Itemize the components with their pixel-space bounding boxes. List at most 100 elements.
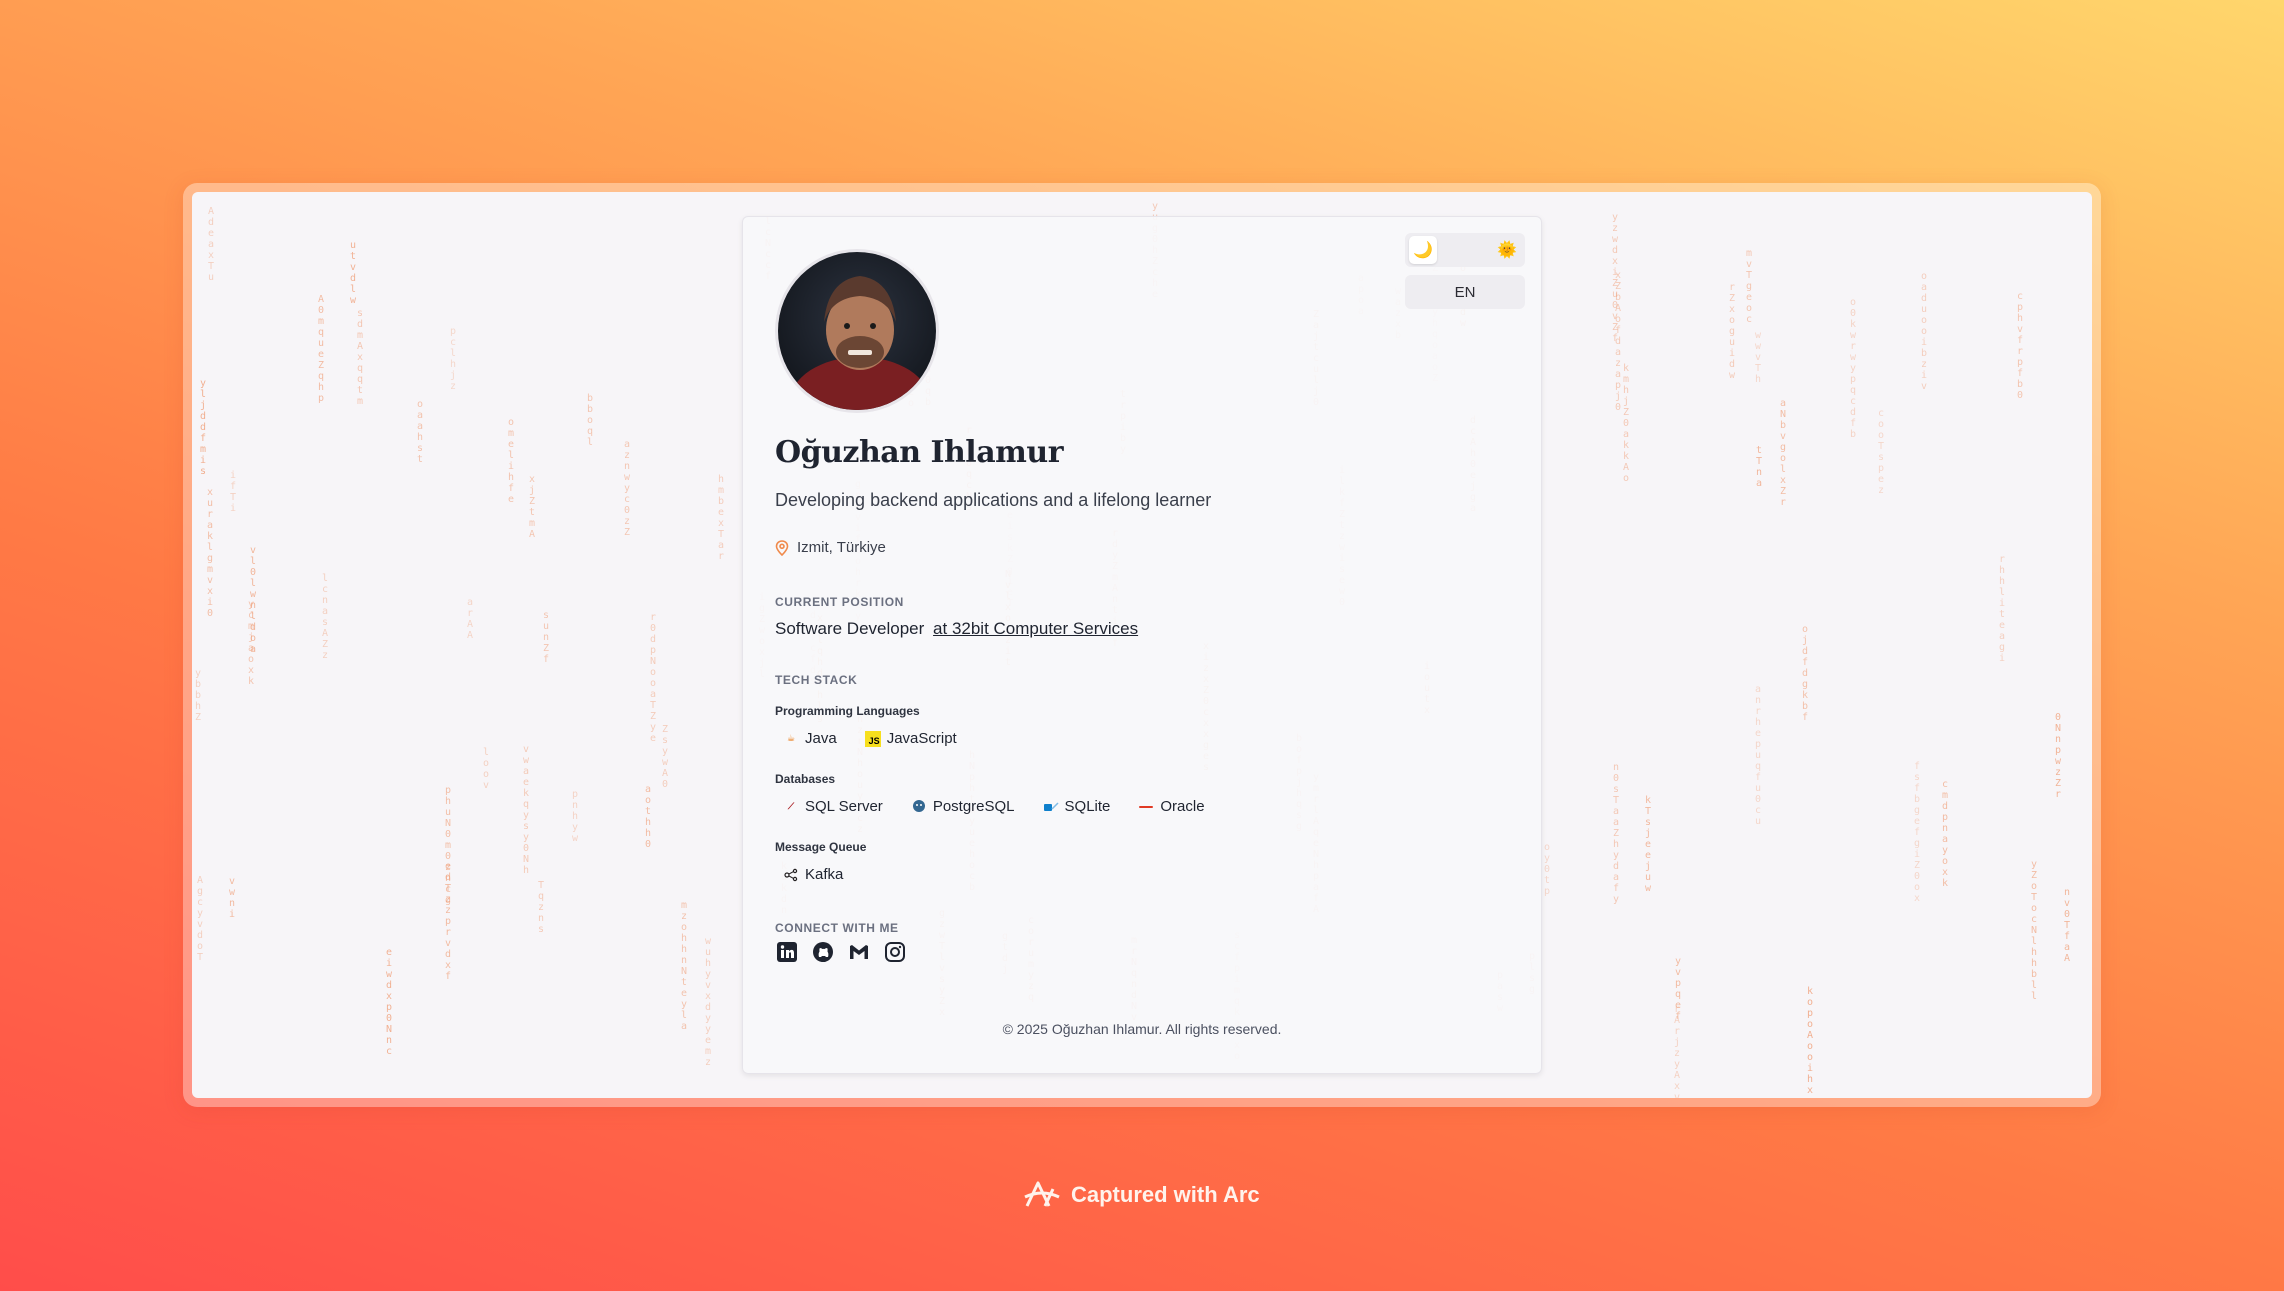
- github-icon[interactable]: [811, 940, 835, 964]
- sql-server-icon: ⟋: [787, 801, 795, 811]
- gmail-icon[interactable]: [847, 940, 871, 964]
- chip-label: Oracle: [1160, 798, 1205, 815]
- arc-logo-icon: [1024, 1181, 1060, 1207]
- theme-toggle[interactable]: 🌙 🌞: [1405, 233, 1525, 267]
- chip-postgresql[interactable]: PostgreSQL: [911, 798, 1015, 815]
- rain-column: xjZtmA: [528, 474, 536, 540]
- arc-capture-text: Captured with Arc: [1071, 1182, 1260, 1207]
- rain-column: AdeaxTu: [207, 206, 215, 283]
- instagram-icon[interactable]: [883, 940, 907, 964]
- rain-column: nv0TfaA: [2063, 887, 2071, 964]
- chip-kafka[interactable]: Kafka: [783, 866, 843, 883]
- rain-column: yljddfmis: [199, 378, 207, 477]
- rain-column: ojdfdgkbf: [1801, 624, 1809, 723]
- chip-label: SQL Server: [805, 798, 883, 815]
- chip-label: Kafka: [805, 866, 844, 883]
- rain-column: lcnasAZz: [321, 573, 329, 661]
- rain-column: yvpqef: [1674, 956, 1682, 1022]
- rain-column: xuraklgmvxi0: [206, 487, 214, 619]
- rain-column: fsfbgefgiZ0ox: [1913, 761, 1921, 904]
- rain-column: pclhjz: [449, 326, 457, 392]
- rain-column: bboql: [586, 393, 594, 448]
- rain-column: 0NnpwzZr: [2054, 712, 2062, 800]
- group-label-programming-languages: Programming Languages: [775, 704, 920, 718]
- location: Izmit, Türkiye: [775, 539, 886, 556]
- arc-capture-badge: Captured with Arc: [1023, 1180, 1260, 1210]
- company-link[interactable]: at 32bit Computer Services: [933, 619, 1138, 638]
- page-viewport: rdhoqcNscphvfrpfb0gnrvifoohrkeyhNphtmyue…: [192, 192, 2092, 1098]
- rain-column: A0mqueZqhp: [317, 294, 325, 404]
- rain-column: aothh0: [644, 784, 652, 850]
- rain-column: rZxoguidw: [1728, 282, 1736, 381]
- databases-list: ⟋ SQL Server PostgreSQL SQLite Oracle: [783, 798, 1205, 815]
- rain-column: rhhliteagi: [1998, 554, 2006, 664]
- programming-languages-list: ☕ Java JS JavaScript: [783, 730, 957, 747]
- tech-stack-heading: TECH STACK: [775, 673, 858, 687]
- rain-column: arAA: [466, 597, 474, 641]
- rain-column: wuhyvxdyyemz: [704, 936, 712, 1068]
- footer-copyright: © 2025 Oğuzhan Ihlamur. All rights reser…: [1002, 1021, 1282, 1037]
- rain-column: sunZf: [542, 610, 550, 665]
- postgresql-icon: [911, 799, 927, 815]
- chip-label: SQLite: [1064, 798, 1111, 815]
- rain-column: ifTi: [229, 470, 237, 514]
- rain-column: ybbhZ: [194, 668, 202, 723]
- position-role: Software Developer: [775, 619, 925, 638]
- sun-icon[interactable]: 🌞: [1493, 236, 1521, 264]
- message-queue-list: Kafka: [783, 866, 843, 883]
- oracle-icon: [1138, 799, 1154, 815]
- location-text: Izmit, Türkiye: [797, 539, 886, 556]
- rain-column: wwvTh: [1754, 330, 1762, 385]
- chip-sql-server[interactable]: ⟋ SQL Server: [783, 798, 883, 815]
- rain-column: cphvfrpfb0: [2016, 291, 2024, 401]
- profile-tagline: Developing backend applications and a li…: [775, 490, 1212, 510]
- rain-column: oaduooibziv: [1920, 271, 1928, 392]
- rain-column: hmbexTar: [717, 474, 725, 562]
- current-position: Software Developer at 32bit Computer Ser…: [775, 619, 1138, 639]
- location-pin-icon: [775, 539, 789, 556]
- sqlite-icon: [1043, 799, 1059, 815]
- group-label-message-queue: Message Queue: [775, 840, 867, 854]
- chip-label: Java: [805, 730, 837, 747]
- rain-column: aNbvgolxZr: [1779, 398, 1787, 508]
- group-label-databases: Databases: [775, 772, 836, 786]
- rain-column: r0dpNooaTZye: [649, 612, 657, 744]
- rain-column: o0kwrwypqcdfb: [1849, 297, 1857, 440]
- chip-label: PostgreSQL: [932, 798, 1015, 815]
- language-button[interactable]: EN: [1405, 275, 1525, 309]
- linkedin-icon[interactable]: [775, 940, 799, 964]
- java-icon: ☕: [786, 733, 796, 743]
- rain-column: omelihfe: [507, 417, 515, 505]
- rain-column: tTna: [1755, 445, 1763, 489]
- rain-column: edTzzprvdxf: [444, 861, 452, 982]
- rain-column: Tqzns: [537, 880, 545, 935]
- rain-column: aznwyc0zZ: [623, 439, 631, 538]
- chip-sqlite[interactable]: SQLite: [1043, 798, 1111, 815]
- rain-column: cmdpnayoxk: [1941, 779, 1949, 889]
- rain-column: pnhyw: [571, 789, 579, 844]
- rain-column: kopoAooihxeiy: [1806, 986, 1814, 1098]
- connect-heading: CONNECT WITH ME: [775, 921, 899, 935]
- rain-column: ZsywA0: [661, 724, 669, 790]
- profile-name: Oğuzhan Ihlamur: [775, 435, 1064, 470]
- avatar: [775, 249, 939, 413]
- chip-label: JavaScript: [886, 730, 957, 747]
- rain-column: kTsjeejuw: [1644, 795, 1652, 894]
- rain-column: mzohhnNteyla: [680, 900, 688, 1032]
- rain-column: vwni: [228, 876, 236, 920]
- rain-column: cooTspez: [1877, 408, 1885, 496]
- kafka-icon: [783, 867, 799, 883]
- moon-icon[interactable]: 🌙: [1409, 236, 1437, 264]
- chip-javascript[interactable]: JS JavaScript: [864, 730, 957, 747]
- rain-column: n0sTaaZhydafy: [1612, 762, 1620, 905]
- chip-java[interactable]: ☕ Java: [783, 730, 837, 747]
- rain-column: AgcyvdoT: [196, 875, 204, 963]
- javascript-icon: JS: [864, 730, 881, 747]
- rain-column: oaahst: [416, 399, 424, 465]
- rain-column: loov: [482, 747, 490, 791]
- chip-oracle[interactable]: Oracle: [1138, 798, 1205, 815]
- rain-column: sdmAxqqtm: [356, 308, 364, 407]
- rain-column: oy0tp: [1543, 842, 1551, 897]
- rain-column: utvdlw: [349, 240, 357, 306]
- profile-card: 🌙 🌞 EN Oğuzhan Ihlamur Developing backen…: [742, 216, 1542, 1074]
